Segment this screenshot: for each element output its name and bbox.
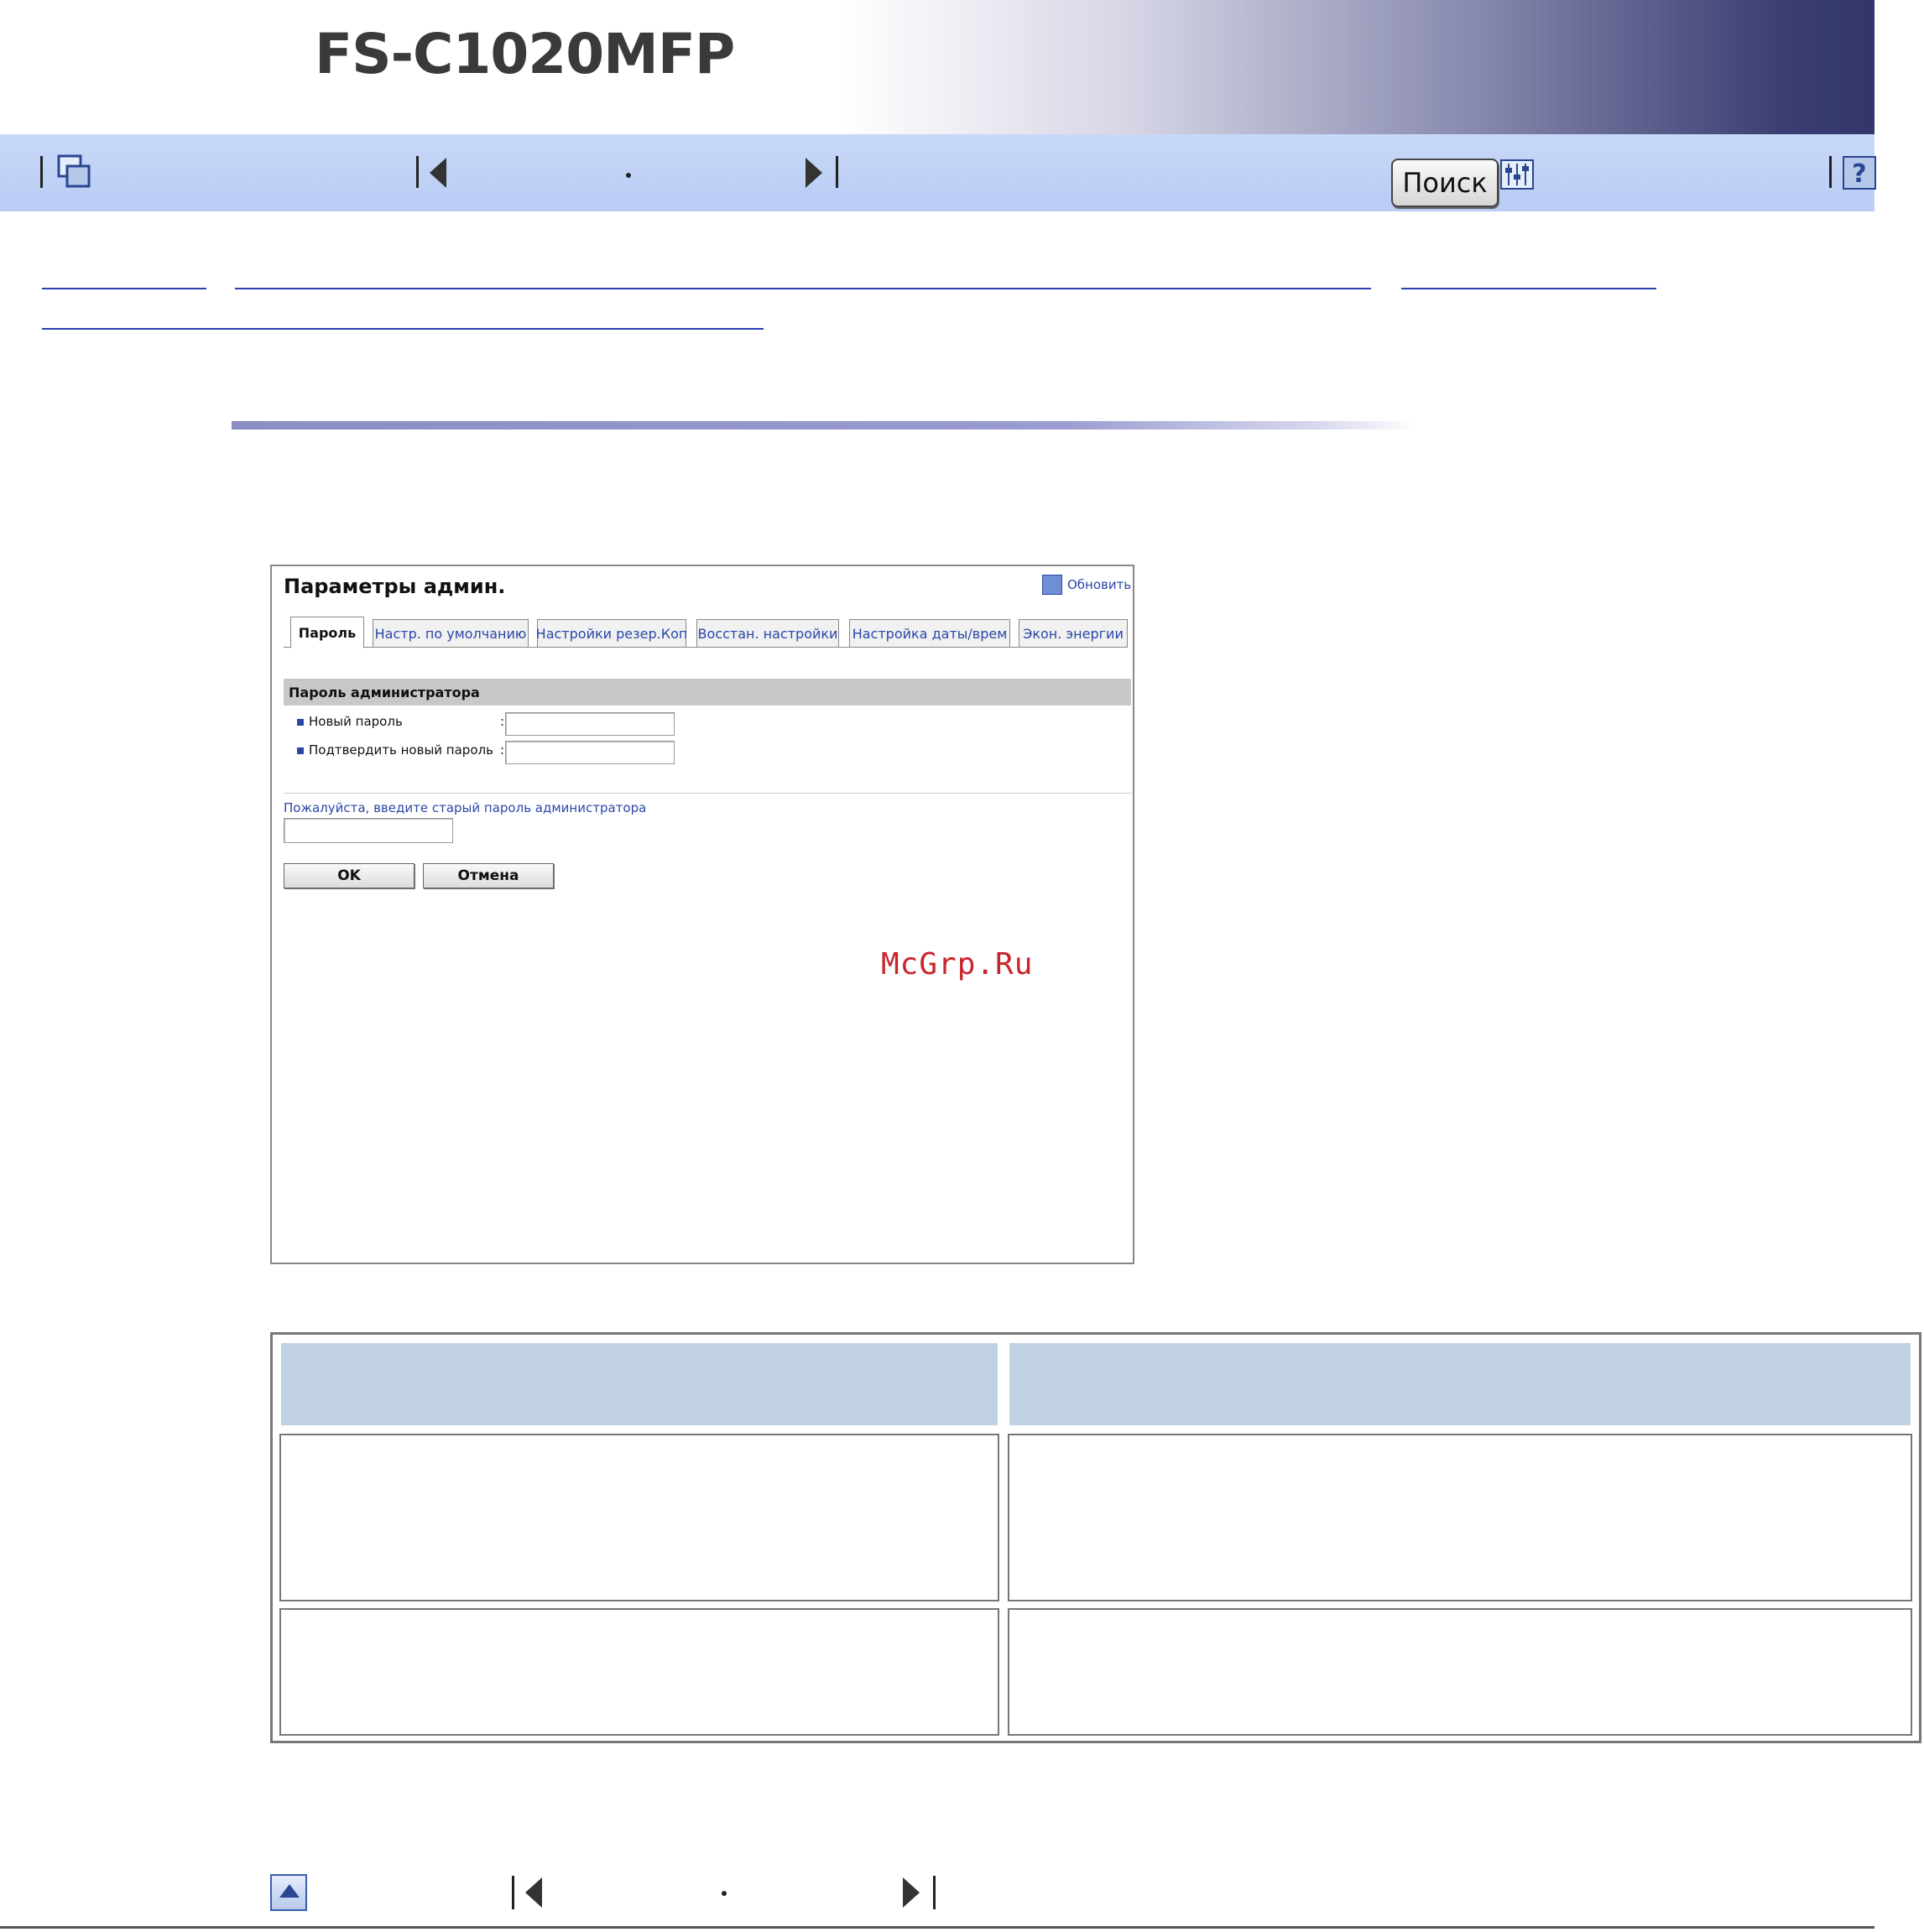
tab-backup-copy[interactable]: Настройки резер.Коп <box>536 619 687 648</box>
old-password-field[interactable] <box>284 818 453 843</box>
nav-dot <box>626 173 631 178</box>
bullet-icon <box>297 719 304 726</box>
old-password-label: Пожалуйста, введите старый пароль админи… <box>284 800 647 815</box>
back-to-top-icon[interactable] <box>270 1874 307 1911</box>
breadcrumb-link[interactable] <box>235 288 1371 289</box>
next-page-icon[interactable] <box>903 1877 920 1908</box>
previous-page-icon[interactable] <box>430 158 446 188</box>
header-banner <box>0 0 1874 134</box>
product-title: FS-C1020MFP <box>315 22 735 86</box>
table-cell <box>1008 1608 1912 1736</box>
nav-separator <box>416 156 419 188</box>
tab-energy-saver[interactable]: Экон. энергии <box>1019 619 1128 648</box>
new-password-label: Новый пароль <box>309 714 403 729</box>
nav-separator <box>933 1876 936 1909</box>
next-page-icon[interactable] <box>806 158 822 188</box>
refresh-label: Обновить <box>1067 577 1132 592</box>
form-divider <box>284 793 1131 794</box>
previous-page-icon[interactable] <box>525 1877 542 1908</box>
refresh-icon <box>1042 575 1062 595</box>
section-divider <box>232 421 1416 430</box>
table-header-cell <box>279 1341 999 1427</box>
table-cell <box>279 1608 999 1736</box>
tab-restore-settings[interactable]: Восстан. настройки <box>696 619 839 648</box>
search-button[interactable]: Поиск <box>1391 159 1499 207</box>
admin-settings-screenshot: Параметры админ. Обновить Пароль Настр. … <box>270 565 1134 1264</box>
nav-separator <box>836 156 838 188</box>
svg-text:?: ? <box>1852 159 1866 189</box>
table-cell <box>279 1434 999 1601</box>
bullet-icon <box>297 747 304 754</box>
footer-divider <box>0 1926 1874 1929</box>
nav-separator <box>40 156 43 188</box>
colon-label: : <box>500 714 505 729</box>
nav-dot <box>722 1891 727 1896</box>
table-header-cell <box>1008 1341 1912 1427</box>
tab-password[interactable]: Пароль <box>290 617 364 648</box>
confirm-password-label: Подтвердить новый пароль <box>309 742 493 758</box>
nav-bar: ? <box>0 134 1876 211</box>
settings-table <box>270 1332 1921 1743</box>
new-password-field[interactable] <box>505 712 675 736</box>
home-icon[interactable] <box>55 154 94 191</box>
table-cell <box>1008 1434 1912 1601</box>
watermark: McGrp.Ru <box>881 947 1034 982</box>
tab-date-time[interactable]: Настройка даты/врем <box>849 619 1010 648</box>
screenshot-title: Параметры админ. <box>284 575 506 598</box>
breadcrumb-link[interactable] <box>1401 288 1656 289</box>
breadcrumb-link[interactable] <box>42 328 764 330</box>
refresh-link[interactable]: Обновить <box>1042 575 1131 595</box>
tab-defaults[interactable]: Настр. по умолчанию <box>373 619 529 648</box>
breadcrumb-link[interactable] <box>42 288 206 289</box>
admin-password-heading: Пароль администратора <box>284 679 1131 706</box>
confirm-password-field[interactable] <box>505 741 675 764</box>
cancel-button[interactable]: Отмена <box>423 863 554 888</box>
colon-label: : <box>500 742 505 758</box>
help-icon[interactable]: ? <box>1843 156 1876 190</box>
nav-separator <box>512 1876 514 1909</box>
nav-separator <box>1829 156 1832 188</box>
settings-sliders-icon[interactable] <box>1500 159 1534 190</box>
ok-button[interactable]: OK <box>284 863 415 888</box>
